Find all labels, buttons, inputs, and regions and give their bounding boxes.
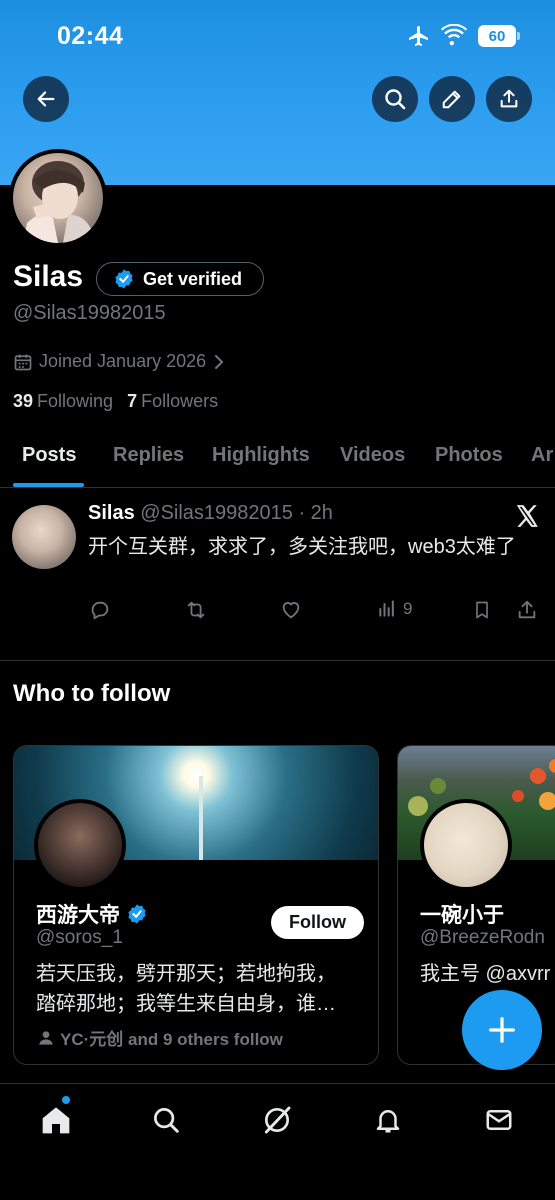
tab-replies[interactable]: Replies bbox=[113, 444, 184, 467]
verified-badge-icon bbox=[115, 269, 133, 289]
plus-icon bbox=[489, 1017, 515, 1043]
search-icon bbox=[385, 89, 406, 110]
tab-posts[interactable]: Posts bbox=[22, 444, 76, 467]
profile-tabs: Posts Replies Highlights Videos Photos A… bbox=[0, 436, 555, 488]
nav-messages[interactable] bbox=[479, 1100, 519, 1140]
views-chart-icon bbox=[379, 600, 394, 617]
card-avatar[interactable] bbox=[34, 799, 126, 891]
reply-icon bbox=[91, 601, 109, 620]
nav-grok[interactable] bbox=[257, 1100, 297, 1140]
nav-notifications[interactable] bbox=[368, 1100, 408, 1140]
followers-link[interactable]: 7 Followers bbox=[127, 391, 218, 412]
card-handle: @BreezeRodn bbox=[420, 927, 545, 948]
follow-suggestion-card[interactable]: 西游大帝 @soros_1 Follow 若天压我，劈开那天；若地拘我， 踏碎那… bbox=[13, 745, 379, 1065]
card-name: 西游大帝 bbox=[36, 899, 148, 929]
post-item[interactable]: Silas @Silas19982015 · 2h 开个互关群，求求了，多关注我… bbox=[0, 489, 555, 661]
avatar-image bbox=[13, 153, 103, 243]
back-button[interactable] bbox=[23, 76, 69, 122]
status-time: 02:44 bbox=[57, 22, 124, 50]
arrow-left-icon bbox=[37, 91, 55, 107]
card-name: 一碗小于 bbox=[420, 904, 504, 927]
post-author: Silas bbox=[88, 502, 135, 524]
wifi-icon bbox=[441, 23, 467, 51]
mail-icon bbox=[486, 1110, 512, 1130]
profile-avatar[interactable] bbox=[9, 149, 107, 247]
follow-button[interactable]: Follow bbox=[271, 906, 364, 939]
compose-post-button[interactable] bbox=[462, 990, 542, 1070]
card-handle: @soros_1 bbox=[36, 927, 123, 948]
active-tab-indicator bbox=[13, 483, 84, 487]
edit-button[interactable] bbox=[429, 76, 475, 122]
follow-counts: 39 Following 7 Followers bbox=[13, 391, 218, 412]
following-count: 39 bbox=[13, 391, 34, 411]
repost-button[interactable] bbox=[184, 599, 208, 621]
nav-search[interactable] bbox=[146, 1100, 186, 1140]
following-link[interactable]: 39 Following bbox=[13, 391, 113, 412]
post-actions: 9 bbox=[0, 599, 555, 629]
bookmark-icon bbox=[476, 601, 488, 619]
pencil-icon bbox=[442, 90, 461, 109]
search-icon bbox=[154, 1108, 179, 1133]
bell-icon bbox=[376, 1110, 400, 1133]
bookmark-button[interactable] bbox=[472, 599, 492, 621]
person-icon bbox=[39, 1030, 53, 1045]
bottom-navigation bbox=[0, 1083, 555, 1200]
joined-date[interactable]: Joined January 2026 bbox=[13, 351, 226, 372]
x-logo-icon bbox=[513, 503, 541, 534]
post-share-button[interactable] bbox=[516, 599, 538, 621]
profile-handle: @Silas19982015 bbox=[13, 302, 166, 324]
followers-count: 7 bbox=[127, 391, 138, 411]
views-button[interactable]: 9 bbox=[377, 599, 412, 619]
airplane-icon bbox=[406, 24, 432, 53]
following-label: Following bbox=[37, 391, 114, 411]
joined-label: Joined January 2026 bbox=[39, 351, 207, 371]
get-verified-label: Get verified bbox=[143, 268, 243, 289]
card-avatar[interactable] bbox=[420, 799, 512, 891]
search-button[interactable] bbox=[372, 76, 418, 122]
grok-icon bbox=[264, 1106, 291, 1134]
notification-dot bbox=[62, 1096, 70, 1104]
like-button[interactable] bbox=[280, 599, 302, 621]
chevron-right-icon bbox=[215, 354, 224, 369]
verified-badge-icon bbox=[128, 904, 146, 924]
tab-articles[interactable]: Ar bbox=[531, 444, 553, 467]
card-bio: 我主号 @axvrr bbox=[420, 963, 551, 985]
card-bio: 若天压我，劈开那天；若地拘我， 踏碎那地；我等生来自由身，谁… bbox=[36, 963, 336, 1015]
views-count: 9 bbox=[403, 599, 413, 618]
status-bar: 02:44 60 bbox=[0, 0, 555, 72]
share-icon bbox=[500, 89, 518, 108]
tab-videos[interactable]: Videos bbox=[340, 444, 405, 467]
post-text: 开个互关群，求求了，多关注我吧，web3太难了 bbox=[88, 536, 516, 558]
get-verified-button[interactable]: Get verified bbox=[96, 262, 264, 296]
profile-name: Silas bbox=[13, 260, 84, 293]
post-handle-time: @Silas19982015 · 2h bbox=[140, 502, 333, 524]
post-avatar[interactable] bbox=[12, 505, 76, 569]
followers-label: Followers bbox=[141, 391, 219, 411]
heart-icon bbox=[282, 602, 300, 619]
reply-button[interactable] bbox=[89, 599, 111, 621]
post-header: Silas @Silas19982015 · 2h bbox=[88, 502, 333, 525]
share-icon bbox=[518, 600, 536, 619]
repost-icon bbox=[187, 601, 205, 619]
tab-photos[interactable]: Photos bbox=[435, 444, 503, 467]
card-social-proof: YC·元创 and 9 others follow bbox=[38, 1025, 283, 1050]
home-icon bbox=[42, 1107, 70, 1134]
tab-highlights[interactable]: Highlights bbox=[212, 444, 310, 467]
share-button[interactable] bbox=[486, 76, 532, 122]
nav-home[interactable] bbox=[36, 1100, 76, 1140]
who-to-follow-title: Who to follow bbox=[13, 680, 171, 707]
battery-indicator: 60 bbox=[478, 25, 520, 47]
calendar-icon bbox=[14, 354, 32, 370]
